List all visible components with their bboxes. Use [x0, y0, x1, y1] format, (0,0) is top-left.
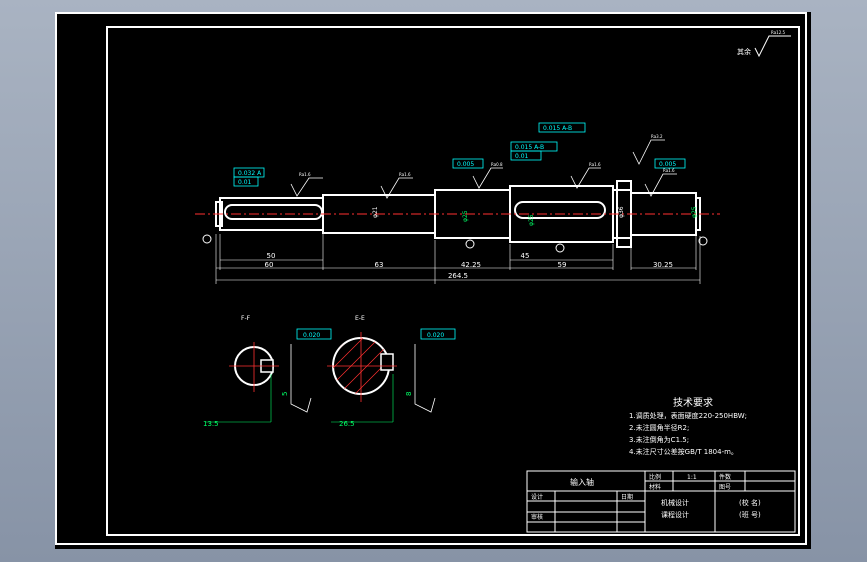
tb-course-2: 课程设计	[661, 510, 689, 519]
tol-3: 0.005	[457, 161, 474, 168]
tol-8: 0.020	[303, 332, 320, 339]
tb-qty-label: 件数	[719, 473, 731, 481]
section-ff	[229, 342, 279, 392]
section-ee	[327, 332, 397, 402]
tol-5: 0.015 A-B	[515, 144, 544, 151]
surface-finish-label: 其余	[737, 47, 751, 56]
dim-30-25: 30.25	[653, 261, 673, 269]
drawing-canvas: 其余 Ra12.5 50 60 63 42.25 45 59 30.25 264…	[106, 26, 800, 536]
tb-course-1: 机械设计	[661, 498, 689, 507]
tb-design-label: 设计	[531, 493, 543, 501]
section-ff-roughness	[290, 344, 312, 413]
section-ee-label: E-E	[355, 315, 365, 322]
ra-4: Ra1.6	[589, 162, 601, 167]
tol-6: 0.01	[515, 153, 529, 160]
tb-scale-label: 比例	[649, 473, 661, 481]
dia-36: φ36	[618, 206, 625, 218]
dia-25-b: φ25	[528, 214, 535, 226]
tol-1: 0.032 A	[238, 170, 262, 177]
ra-6: Ra1.6	[663, 168, 675, 173]
ra-1: Ra1.6	[299, 172, 311, 177]
tech-req-item-4: 4.未注尺寸公差按GB/T 1804-m。	[629, 447, 738, 456]
dia-25-a: φ25	[462, 210, 469, 222]
tol-7: 0.005	[659, 161, 676, 168]
tol-2: 0.01	[238, 179, 252, 186]
tb-date-label: 日期	[621, 493, 633, 501]
section-ff-depth: 5	[281, 392, 289, 396]
section-ee-roughness	[414, 344, 436, 413]
section-ff-dims	[205, 374, 272, 423]
tb-school-1: (校 名)	[739, 498, 761, 507]
tb-drawing-no-label: 图号	[719, 484, 731, 491]
surface-finish-value: Ra12.5	[771, 30, 786, 35]
ra-2: Ra1.6	[399, 172, 411, 177]
section-ee-depth: 8	[405, 392, 413, 396]
dim-59: 59	[558, 261, 567, 269]
dia-21: φ21	[372, 206, 379, 218]
tb-check-label: 审核	[531, 513, 543, 521]
tol-4: 0.015 A-B	[543, 125, 572, 132]
tech-req-item-1: 1.调质处理，表面硬度220-250HBW;	[629, 411, 747, 420]
keyway-left	[224, 204, 323, 220]
dia-25-c: φ25	[691, 206, 698, 218]
tech-req-item-2: 2.未注圆角半径R2;	[629, 423, 689, 432]
tb-scale-value: 1:1	[687, 474, 697, 481]
tb-part-name: 输入轴	[570, 477, 594, 487]
dim-42-25: 42.25	[461, 261, 481, 269]
section-ff-label: F-F	[241, 315, 251, 322]
dim-50: 50	[267, 252, 276, 260]
ra-3: Ra0.8	[491, 162, 503, 167]
dim-63: 63	[375, 261, 384, 269]
tech-req-item-3: 3.未注倒角为C1.5;	[629, 435, 689, 444]
dim-45: 45	[521, 252, 530, 260]
section-ee-width: 26.5	[339, 420, 355, 428]
dim-264-5: 264.5	[448, 272, 468, 280]
inner-frame	[106, 26, 800, 536]
tech-req-title: 技术要求	[673, 396, 713, 409]
ra-5: Ra3.2	[651, 134, 663, 139]
tol-9: 0.020	[427, 332, 444, 339]
dim-60: 60	[265, 261, 274, 269]
drawing-viewport: 其余 Ra12.5 50 60 63 42.25 45 59 30.25 264…	[55, 12, 811, 549]
roughness-symbol-icon	[754, 35, 791, 58]
tb-material-label: 材料	[649, 483, 661, 491]
tb-school-2: (班 号)	[739, 510, 761, 519]
section-ff-width: 13.5	[203, 420, 219, 428]
